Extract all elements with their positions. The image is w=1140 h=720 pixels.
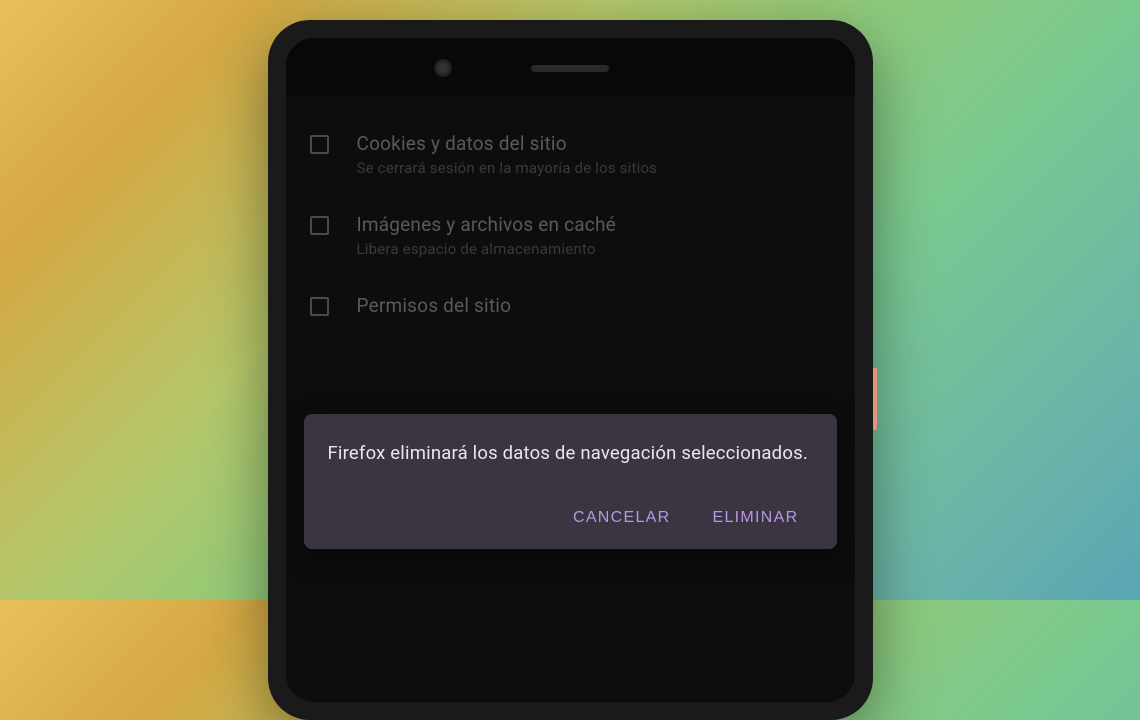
- option-text: Imágenes y archivos en caché Libera espa…: [357, 213, 831, 258]
- phone-frame: Cookies y datos del sitio Se cerrará ses…: [268, 20, 873, 720]
- option-title: Cookies y datos del sitio: [357, 132, 831, 155]
- option-cookies[interactable]: Cookies y datos del sitio Se cerrará ses…: [304, 114, 837, 195]
- dialog-buttons: CANCELAR ELIMINAR: [328, 501, 813, 535]
- confirm-dialog: Firefox eliminará los datos de navegació…: [304, 414, 837, 549]
- phone-camera: [434, 59, 452, 77]
- checkbox-permissions[interactable]: [310, 297, 329, 316]
- option-text: Cookies y datos del sitio Se cerrará ses…: [357, 132, 831, 177]
- power-button: [873, 368, 877, 430]
- checkbox-cache[interactable]: [310, 216, 329, 235]
- option-subtitle: Se cerrará sesión en la mayoría de los s…: [357, 159, 831, 177]
- phone-screen: Cookies y datos del sitio Se cerrará ses…: [286, 96, 855, 702]
- phone-speaker: [531, 65, 609, 72]
- delete-button[interactable]: ELIMINAR: [709, 501, 803, 535]
- option-subtitle: Libera espacio de almacenamiento: [357, 240, 831, 258]
- option-title: Permisos del sitio: [357, 294, 831, 317]
- delete-options-list: Cookies y datos del sitio Se cerrará ses…: [286, 96, 855, 339]
- phone-body: Cookies y datos del sitio Se cerrará ses…: [286, 38, 855, 702]
- option-title: Imágenes y archivos en caché: [357, 213, 831, 236]
- option-permissions[interactable]: Permisos del sitio: [304, 276, 837, 339]
- option-cache[interactable]: Imágenes y archivos en caché Libera espa…: [304, 195, 837, 276]
- cancel-button[interactable]: CANCELAR: [569, 501, 675, 535]
- dialog-message: Firefox eliminará los datos de navegació…: [328, 440, 813, 467]
- checkbox-cookies[interactable]: [310, 135, 329, 154]
- option-text: Permisos del sitio: [357, 294, 831, 321]
